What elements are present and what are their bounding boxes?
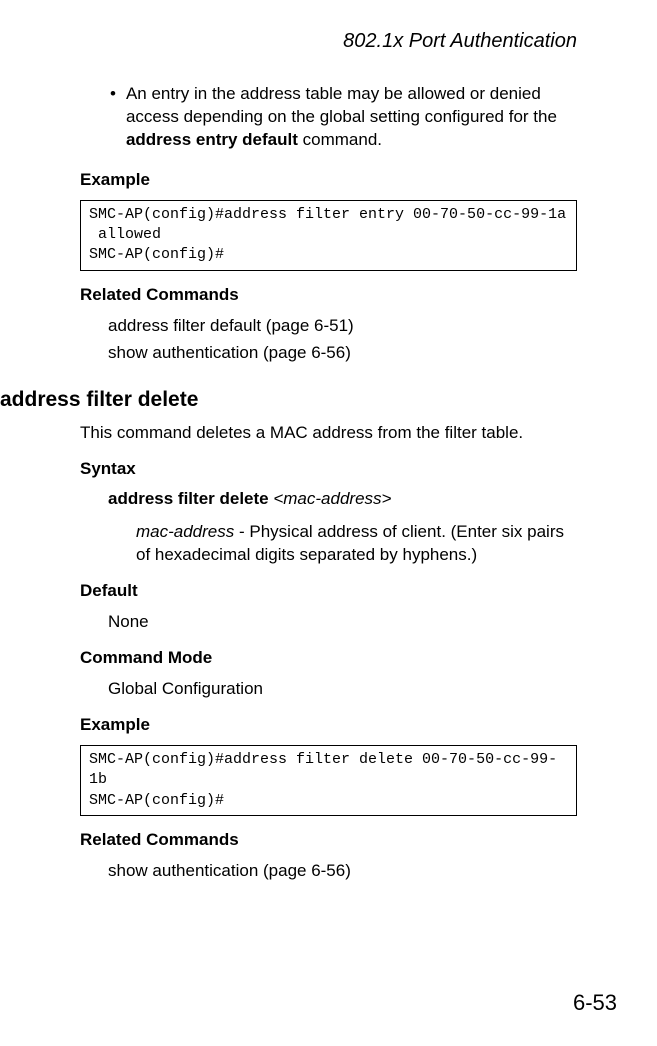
command-mode-value: Global Configuration bbox=[108, 678, 577, 701]
default-value: None bbox=[108, 611, 577, 634]
example-label-2: Example bbox=[80, 715, 577, 735]
syntax-param: <mac-address> bbox=[273, 489, 391, 508]
related-commands-list-1: address filter default (page 6-51) show … bbox=[60, 315, 577, 365]
related-command-item: address filter default (page 6-51) bbox=[108, 315, 577, 338]
command-description: This command deletes a MAC address from … bbox=[80, 422, 577, 445]
default-label: Default bbox=[80, 581, 577, 601]
related-commands-label-1: Related Commands bbox=[80, 285, 577, 305]
bullet-icon: • bbox=[110, 83, 116, 152]
syntax-command: address filter delete bbox=[108, 489, 273, 508]
related-command-item: show authentication (page 6-56) bbox=[108, 342, 577, 365]
page-header-title: 802.1x Port Authentication bbox=[0, 30, 617, 53]
related-commands-list-2: show authentication (page 6-56) bbox=[60, 860, 577, 883]
syntax-line: address filter delete <mac-address> bbox=[108, 489, 577, 509]
command-title: address filter delete bbox=[0, 388, 577, 412]
bullet-text-part2: command. bbox=[298, 130, 382, 149]
parameter-description: mac-address - Physical address of client… bbox=[136, 521, 577, 567]
command-mode-label: Command Mode bbox=[80, 648, 577, 668]
bullet-list-item: • An entry in the address table may be a… bbox=[110, 83, 577, 152]
bullet-text-bold: address entry default bbox=[126, 130, 298, 149]
param-name: mac-address bbox=[136, 522, 234, 541]
related-command-item: show authentication (page 6-56) bbox=[108, 860, 577, 883]
syntax-label: Syntax bbox=[80, 459, 577, 479]
code-example-2: SMC-AP(config)#address filter delete 00-… bbox=[80, 745, 577, 816]
page-content: • An entry in the address table may be a… bbox=[0, 83, 617, 883]
page-number: 6-53 bbox=[573, 990, 617, 1016]
example-label-1: Example bbox=[80, 170, 577, 190]
related-commands-label-2: Related Commands bbox=[80, 830, 577, 850]
bullet-text-part1: An entry in the address table may be all… bbox=[126, 84, 557, 126]
code-example-1: SMC-AP(config)#address filter entry 00-7… bbox=[80, 200, 577, 271]
bullet-text: An entry in the address table may be all… bbox=[126, 83, 577, 152]
